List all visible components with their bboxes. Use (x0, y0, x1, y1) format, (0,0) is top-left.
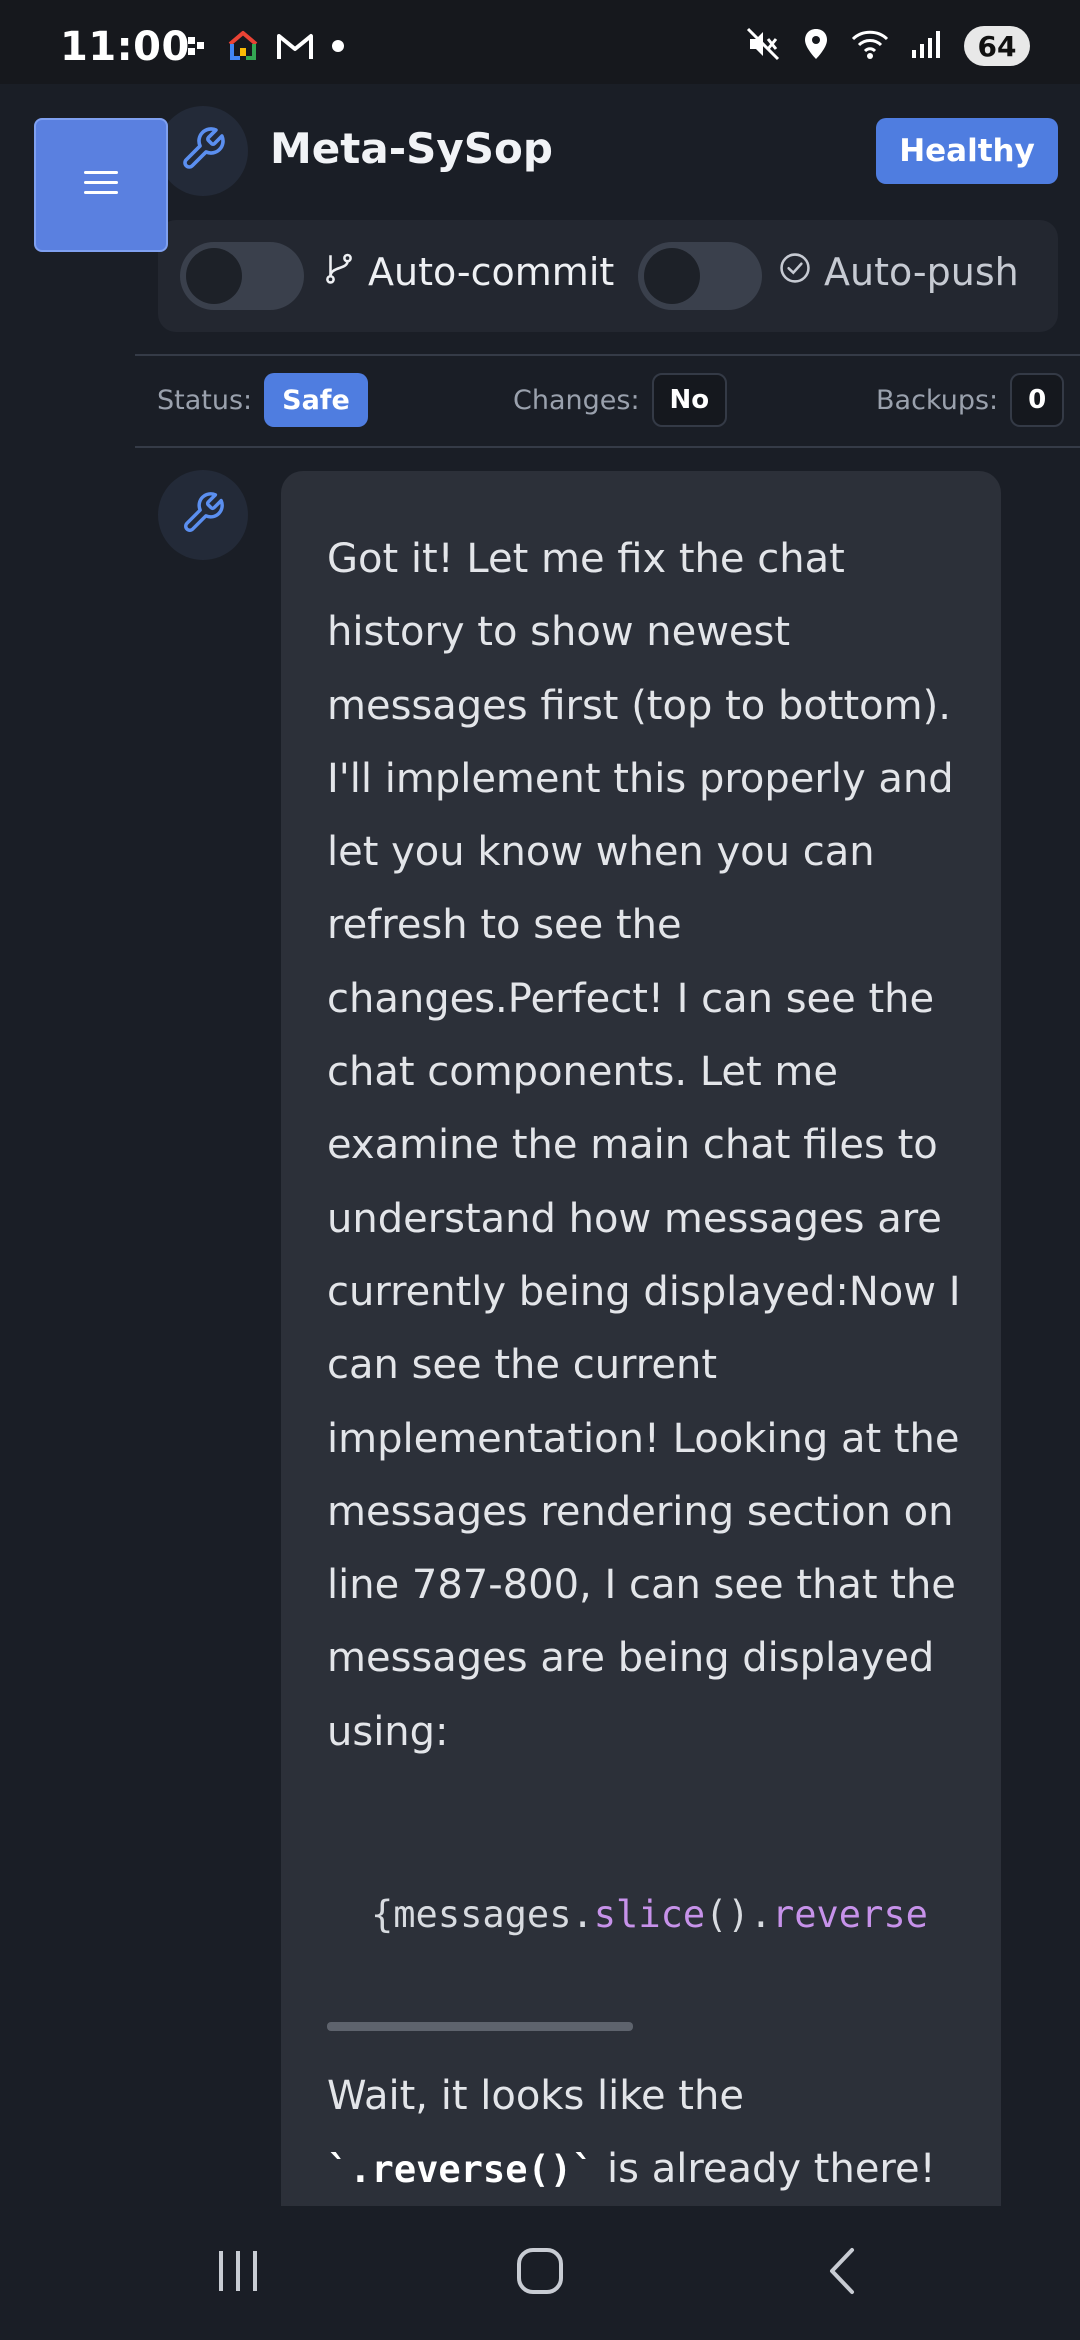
health-status-button[interactable]: Healthy (876, 118, 1058, 184)
back-button[interactable] (772, 2206, 912, 2340)
git-branch-icon (322, 250, 356, 294)
signal-icon (910, 28, 944, 64)
changes-group: Changes: No (513, 354, 728, 446)
app-screen: Meta-SySop Healthy Auto-commit Auto-push… (0, 84, 1080, 2211)
auto-commit-label[interactable]: Auto-commit (322, 250, 614, 294)
dot-icon (330, 38, 346, 58)
status-label: Status: (157, 384, 253, 416)
message-text-continued: Wait, it looks like the `.reverse()` is … (327, 2060, 967, 2211)
home-button[interactable] (470, 2206, 610, 2340)
code-prefix: {messages. (371, 1893, 594, 1936)
assistant-avatar (158, 470, 248, 560)
back-icon (824, 2246, 860, 2300)
check-circle-icon (778, 250, 812, 294)
backups-group: Backups: 0 (876, 354, 1065, 446)
status-row: Status: Safe Changes: No Backups: 0 (135, 354, 1080, 446)
auto-push-text: Auto-push (824, 250, 1019, 294)
auto-push-switch[interactable] (638, 242, 762, 310)
location-icon (802, 27, 830, 65)
navigation-bar (0, 2206, 1080, 2340)
home-icon (515, 2246, 565, 2300)
sidebar-gutter (0, 84, 135, 2206)
changes-label: Changes: (513, 384, 640, 416)
switch-knob (186, 248, 242, 304)
wifi-icon (850, 27, 890, 65)
code-function-reverse: reverse (771, 1893, 928, 1936)
clock: 11:00 (60, 24, 190, 70)
mute-icon (746, 27, 782, 65)
system-icons: 64 (746, 26, 1030, 66)
message-text-part: Wait, it looks like the (327, 2073, 744, 2119)
notification-icons (186, 30, 346, 66)
message-bubble: Got it! Let me fix the chat history to s… (281, 471, 1001, 2211)
google-home-icon (226, 30, 260, 66)
toggle-panel: Auto-commit Auto-push (158, 220, 1058, 332)
wrench-icon (180, 490, 226, 540)
divider (135, 446, 1080, 448)
backups-badge: 0 (1010, 373, 1065, 427)
code-scrollbar[interactable] (327, 2022, 633, 2031)
message-text: Got it! Let me fix the chat history to s… (327, 536, 961, 1755)
gmail-icon (276, 31, 314, 65)
code-middle: (). (705, 1893, 772, 1936)
wrench-icon (179, 125, 227, 177)
switch-knob (644, 248, 700, 304)
auto-commit-text: Auto-commit (368, 250, 615, 294)
menu-button[interactable] (34, 118, 168, 252)
inline-code: `.reverse()` (327, 2148, 595, 2192)
recents-button[interactable] (168, 2206, 308, 2340)
app-logo (158, 106, 248, 196)
recents-icon (215, 2248, 261, 2298)
status-group: Status: Safe (157, 354, 368, 446)
app-title: Meta-SySop (270, 124, 553, 173)
auto-commit-switch[interactable] (180, 242, 304, 310)
backups-label: Backups: (876, 384, 999, 416)
battery-indicator: 64 (964, 26, 1030, 66)
auto-push-label[interactable]: Auto-push (778, 250, 1019, 294)
notification-dots-icon (186, 34, 210, 62)
code-function-slice: slice (593, 1893, 706, 1936)
status-bar: 11:00 64 (0, 0, 1080, 84)
status-badge: Safe (264, 373, 368, 427)
changes-badge: No (651, 373, 728, 427)
hamburger-menu-icon (83, 168, 119, 202)
code-block[interactable]: {messages.slice().reverse (371, 1893, 1001, 1936)
